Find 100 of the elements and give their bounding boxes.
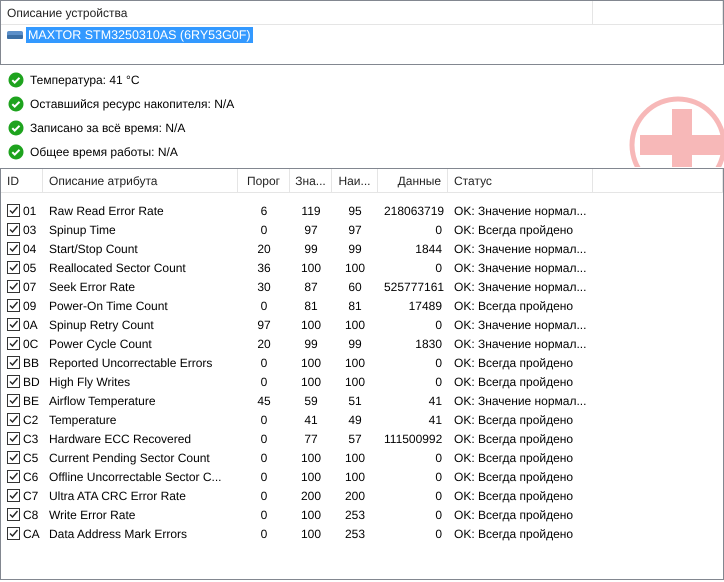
checkbox[interactable] xyxy=(7,318,20,331)
table-cell-text: 100 xyxy=(300,508,322,522)
table-cell-text: 100 xyxy=(300,356,322,370)
column-header[interactable]: Наи... xyxy=(332,169,378,192)
table-cell-text: OK: Значение нормал... xyxy=(453,318,588,332)
table-cell-text: 81 xyxy=(303,298,319,312)
table-cell-text: OK: Всегда пройдено xyxy=(453,222,574,236)
checkbox[interactable] xyxy=(7,223,20,236)
table-cell-text: OK: Значение нормал... xyxy=(453,394,588,408)
column-header[interactable]: Данные xyxy=(378,169,448,192)
table-cell-text: 57 xyxy=(347,432,363,446)
check-icon xyxy=(8,96,24,112)
checkbox[interactable] xyxy=(7,299,20,312)
table-cell-text: 1844 xyxy=(414,242,443,256)
table-cell-text: 0 xyxy=(260,508,268,522)
table-cell-text: 200 xyxy=(344,488,366,502)
table-cell-text: 100 xyxy=(300,260,322,274)
table-cell-text: 0 xyxy=(260,222,268,236)
checkbox[interactable] xyxy=(7,508,20,521)
checkbox[interactable] xyxy=(7,280,20,293)
checkbox[interactable] xyxy=(7,489,20,502)
table-cell-text: 77 xyxy=(303,432,319,446)
column-header[interactable]: ID xyxy=(1,169,43,192)
table-cell-text: 253 xyxy=(344,508,366,522)
table-cell-text: 218063719 xyxy=(383,204,446,218)
table-cell-text: 100 xyxy=(300,374,322,388)
column-header[interactable]: Зна... xyxy=(290,169,332,192)
table-cell-text: Reported Uncorrectable Errors xyxy=(48,356,214,370)
table-cell-text: 41 xyxy=(303,412,319,426)
check-icon xyxy=(8,72,24,88)
table-cell: C6 xyxy=(23,470,38,484)
table-cell-text: 97 xyxy=(347,222,363,236)
table-cell-text: 17489 xyxy=(408,298,443,312)
checkbox[interactable] xyxy=(7,470,20,483)
table-cell-text: Write Error Rate xyxy=(48,508,136,522)
table-cell-text: High Fly Writes xyxy=(48,374,132,388)
table-cell-text: 0 xyxy=(434,356,443,370)
table-cell-text: 60 xyxy=(347,280,363,294)
table-cell-text: 0 xyxy=(434,526,443,540)
table-cell-text: OK: Значение нормал... xyxy=(453,280,588,294)
table-cell-text: 0 xyxy=(260,432,268,446)
column-header[interactable]: Описание устройства xyxy=(1,1,593,24)
table-cell-text: Start/Stop Count xyxy=(48,242,139,256)
table-cell-text: OK: Всегда пройдено xyxy=(453,298,574,312)
table-cell: 01 xyxy=(23,204,36,218)
table-cell-text: 1830 xyxy=(414,336,443,350)
table-cell: C5 xyxy=(23,450,38,464)
table-cell-text: 99 xyxy=(347,242,363,256)
table-cell: 09 xyxy=(23,298,36,312)
table-cell-text: 99 xyxy=(303,336,319,350)
table-cell-text: 45 xyxy=(256,394,272,408)
table-cell-text: Raw Read Error Rate xyxy=(48,204,165,218)
checkbox[interactable] xyxy=(7,527,20,540)
column-header[interactable]: Статус xyxy=(448,169,593,192)
table-cell-text: 59 xyxy=(303,394,319,408)
checkbox[interactable] xyxy=(7,394,20,407)
checkbox[interactable] xyxy=(7,261,20,274)
table-cell-text: 87 xyxy=(303,280,319,294)
table-cell-text: Temperature xyxy=(48,412,118,426)
table-cell-text: 0 xyxy=(434,470,443,484)
table-cell: C2 xyxy=(23,412,38,426)
table-cell-text: 100 xyxy=(300,526,322,540)
table-cell-text: Power Cycle Count xyxy=(48,336,153,350)
table-cell: 04 xyxy=(23,242,36,256)
checkbox[interactable] xyxy=(7,204,20,217)
checkbox[interactable] xyxy=(7,356,20,369)
table-cell-text: OK: Значение нормал... xyxy=(453,204,588,218)
table-cell-text: 99 xyxy=(303,242,319,256)
table-cell: BB xyxy=(23,356,40,370)
status-text: Оставшийся ресурс накопителя: N/A xyxy=(30,97,234,111)
table-cell-text: OK: Значение нормал... xyxy=(453,260,588,274)
checkbox[interactable] xyxy=(7,337,20,350)
table-cell-text: 0 xyxy=(434,508,443,522)
health-cross-icon xyxy=(628,95,724,167)
table-cell-text: 0 xyxy=(260,488,268,502)
table-cell-text: Hardware ECC Recovered xyxy=(48,432,192,446)
table-cell-text: OK: Значение нормал... xyxy=(453,242,588,256)
table-cell: 0C xyxy=(23,336,38,350)
checkbox[interactable] xyxy=(7,242,20,255)
table-cell-text: 100 xyxy=(300,470,322,484)
checkbox[interactable] xyxy=(7,451,20,464)
column-header[interactable]: Описание атрибута xyxy=(43,169,238,192)
checkbox[interactable] xyxy=(7,413,20,426)
table-cell-text: Reallocated Sector Count xyxy=(48,260,187,274)
table-cell-text: 119 xyxy=(300,204,322,218)
table-cell-text: 100 xyxy=(344,450,366,464)
table-cell-text: 20 xyxy=(256,336,272,350)
table-cell-text: 51 xyxy=(347,394,363,408)
table-cell-text: OK: Всегда пройдено xyxy=(453,470,574,484)
checkbox[interactable] xyxy=(7,432,20,445)
table-cell-text: 0 xyxy=(260,374,268,388)
table-cell-text: 97 xyxy=(256,318,272,332)
table-cell-text: 99 xyxy=(347,336,363,350)
table-cell: 03 xyxy=(23,222,36,236)
checkbox[interactable] xyxy=(7,375,20,388)
table-cell: CA xyxy=(23,526,40,540)
column-header[interactable]: Порог xyxy=(238,169,290,192)
table-cell-text: 100 xyxy=(344,356,366,370)
table-cell-text: 100 xyxy=(344,374,366,388)
table-cell-text: Airflow Temperature xyxy=(48,394,156,408)
